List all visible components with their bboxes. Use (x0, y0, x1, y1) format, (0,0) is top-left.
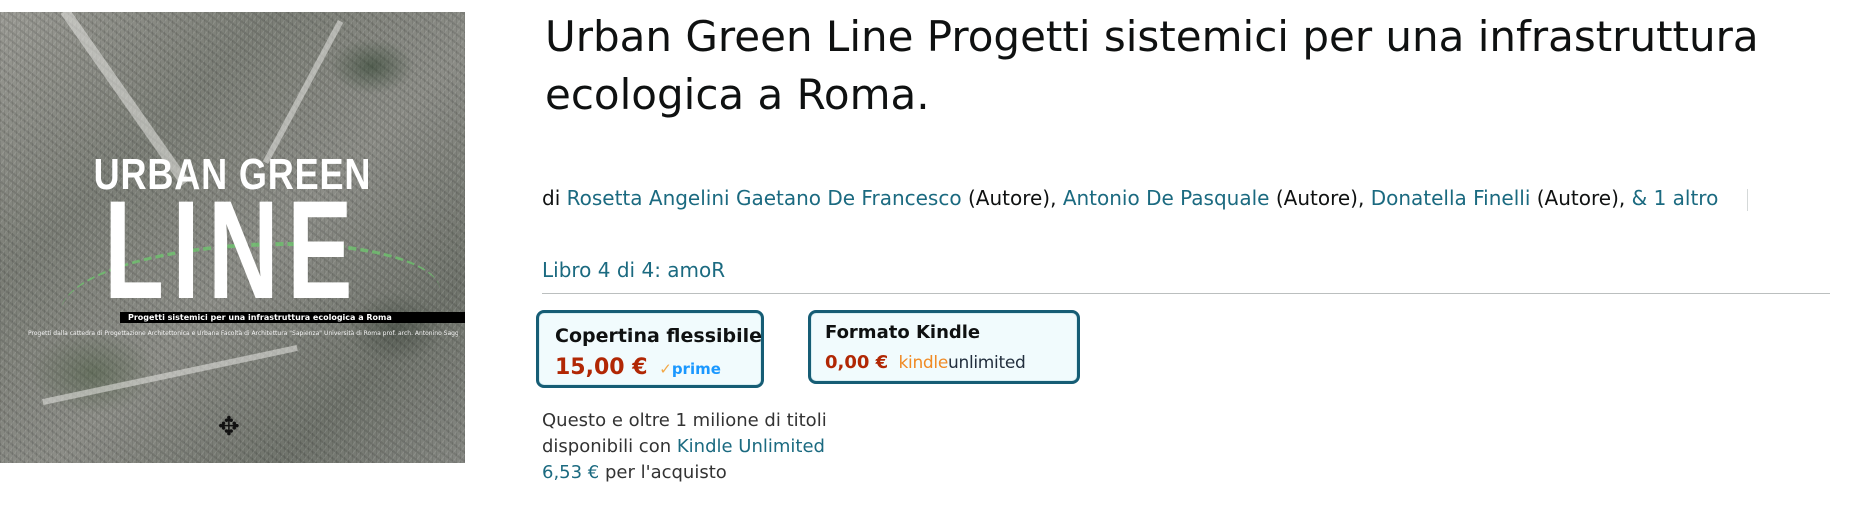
format-kindle-button[interactable]: Formato Kindle 0,00 € kindleunlimited (808, 310, 1080, 384)
byline: di Rosetta Angelini Gaetano De Francesco… (542, 186, 1748, 211)
cover-map-road (262, 19, 344, 165)
author-role: (Autore), (1536, 186, 1626, 210)
kindle-unlimited-promo: Questo e oltre 1 milione di titoli dispo… (542, 408, 862, 486)
byline-prefix: di (542, 186, 561, 210)
prime-badge-icon: ✓prime (659, 360, 721, 378)
more-authors-link[interactable]: & 1 altro (1632, 186, 1719, 210)
cover-title-line2: LINE (104, 171, 361, 328)
book-cover-image[interactable]: URBAN GREEN LINE Progetti sistemici per … (0, 12, 465, 463)
author-role: (Autore), (1275, 186, 1365, 210)
format-price: 15,00 € ✓prime (555, 355, 721, 380)
format-price: 0,00 € kindleunlimited (825, 352, 1026, 373)
product-title: Urban Green Line Progetti sistemici per … (545, 12, 1759, 119)
compass-icon: ✥ (218, 412, 240, 442)
section-divider (542, 293, 1830, 294)
series-link[interactable]: Libro 4 di 4: amoR (542, 258, 725, 282)
author-link[interactable]: Donatella Finelli (1371, 186, 1531, 210)
price-value: 15,00 € (555, 355, 648, 380)
kindle-unlimited-logo-icon: kindleunlimited (898, 353, 1026, 373)
byline-separator (1746, 188, 1748, 211)
author-role: (Autore), (967, 186, 1057, 210)
author-link[interactable]: Rosetta Angelini Gaetano De Francesco (567, 186, 962, 210)
purchase-price-link[interactable]: 6,53 € (542, 462, 599, 483)
price-value: 0,00 € (825, 352, 889, 373)
format-label: Formato Kindle (825, 322, 981, 343)
promo-line: disponibili con Kindle Unlimited (542, 436, 825, 457)
cover-credit-text: Progetti dalla cattedra di Progettazione… (28, 330, 458, 337)
promo-line: Questo e oltre 1 milione di titoli (542, 410, 827, 431)
promo-line: 6,53 € per l'acquisto (542, 462, 727, 483)
cover-subtitle-band: Progetti sistemici per una infrastruttur… (120, 312, 465, 323)
author-link[interactable]: Antonio De Pasquale (1063, 186, 1270, 210)
format-label: Copertina flessibile (555, 325, 763, 347)
format-paperback-button[interactable]: Copertina flessibile 15,00 € ✓prime (536, 310, 764, 388)
kindle-unlimited-link[interactable]: Kindle Unlimited (677, 436, 825, 457)
